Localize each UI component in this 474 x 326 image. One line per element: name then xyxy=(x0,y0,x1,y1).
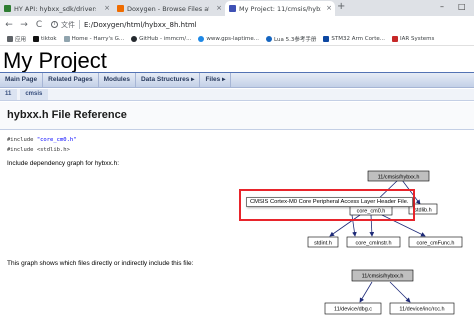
inverse-graph-node-root: 11/cmsis/hybxx.h xyxy=(351,269,414,282)
graph-node-label: stdint.h xyxy=(314,241,332,247)
graph-node-label: 11/device/inc/rcc.h xyxy=(399,307,444,313)
graph-edge xyxy=(389,281,411,303)
graph-node-label: stdlib.h xyxy=(414,208,431,214)
graph-node-label: 11/cmsis/hybxx.h xyxy=(378,175,420,181)
graph-node-label: core_cmInstr.h xyxy=(355,241,391,247)
graph-edge xyxy=(359,281,373,303)
graph-node-stdint[interactable]: stdint.h xyxy=(307,236,339,248)
inverse-graph-node-rcc-h[interactable]: 11/device/inc/rcc.h xyxy=(389,302,455,315)
inverse-graph-node-dbg-c[interactable]: 11/device/dbg.c xyxy=(324,302,382,315)
graph-node-root: 11/cmsis/hybxx.h xyxy=(367,170,430,182)
graph-node-core-cminstr[interactable]: core_cmInstr.h xyxy=(346,236,401,248)
graph-node-label: 11/device/dbg.c xyxy=(334,307,372,313)
graph-node-label: core_cmFunc.h xyxy=(417,241,455,247)
graph-tooltip: CMSIS Cortex-M0 Core Peripheral Access L… xyxy=(246,197,413,207)
include-graphs: 11/cmsis/hybxx.h core_cm0.h stdlib.h std… xyxy=(307,170,463,315)
graph-node-core-cmfunc[interactable]: core_cmFunc.h xyxy=(408,236,463,248)
graph-node-label: 11/cmsis/hybxx.h xyxy=(362,274,404,280)
